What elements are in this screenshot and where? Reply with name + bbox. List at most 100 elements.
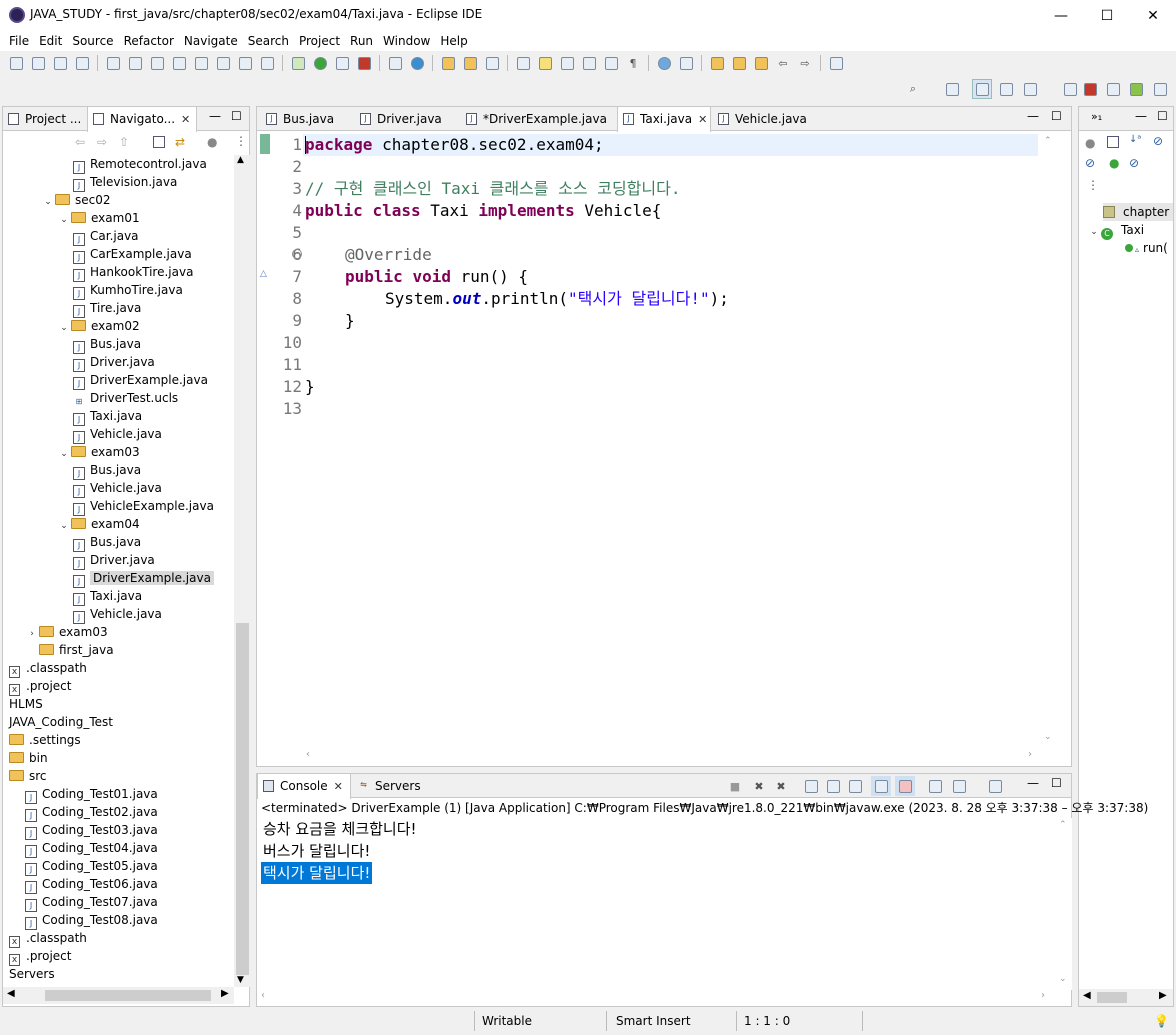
tab-driverexample-java[interactable]: J *DriverExample.java	[461, 107, 615, 131]
suspend-icon[interactable]	[147, 53, 167, 73]
pin-console-icon[interactable]	[925, 776, 945, 796]
tree-folder-item[interactable]: ⌄ exam03	[57, 443, 139, 463]
new-icon[interactable]	[6, 53, 26, 73]
chevron-down-icon[interactable]: ⌄	[1087, 223, 1101, 241]
tree-file-item[interactable]: JAVA_Coding_Test	[9, 713, 113, 731]
tree-folder-item[interactable]: bin	[9, 749, 48, 767]
tab-vehicle-java[interactable]: J Vehicle.java	[713, 107, 813, 131]
menu-project[interactable]: Project	[294, 31, 345, 51]
chevron-down-icon[interactable]: ⌄	[57, 517, 71, 535]
tree-file-item[interactable]: J Taxi.java	[73, 407, 142, 426]
menu-file[interactable]: File	[4, 31, 34, 51]
tree-file-item[interactable]: J CarExample.java	[73, 245, 192, 264]
tree-file-item[interactable]: J HankookTire.java	[73, 263, 193, 282]
menu-navigate[interactable]: Navigate	[179, 31, 243, 51]
disconnect-icon[interactable]	[191, 53, 211, 73]
scroll-up-icon[interactable]: ▲	[237, 155, 244, 165]
task-list-icon[interactable]	[1080, 79, 1100, 99]
tree-file-item[interactable]: x .project	[9, 947, 71, 966]
new-class-icon[interactable]	[407, 53, 427, 73]
pilcrow-icon[interactable]: ¶	[623, 53, 643, 73]
scroll-down-icon[interactable]: ⌄	[1059, 974, 1067, 984]
maximize-button[interactable]: ☐	[1084, 0, 1130, 31]
up-icon[interactable]: ⇧	[119, 135, 129, 149]
search-tool-icon[interactable]	[482, 53, 502, 73]
collapse-all-icon[interactable]	[153, 136, 165, 148]
maximize-view-icon[interactable]: ☐	[1157, 109, 1168, 123]
more-views-icon[interactable]: »₁	[1091, 110, 1102, 123]
tree-file-item[interactable]: J DriverExample.java	[73, 569, 214, 588]
tree-file-item[interactable]: J Bus.java	[73, 461, 141, 480]
back-icon[interactable]: ⇦	[75, 135, 85, 149]
tree-file-item[interactable]: HLMS	[9, 695, 43, 713]
lightbulb-icon[interactable]: 💡	[1154, 1014, 1169, 1028]
close-icon[interactable]: ✕	[334, 780, 343, 793]
tree-file-item[interactable]: J Television.java	[73, 173, 177, 192]
open-console-icon[interactable]	[985, 776, 1005, 796]
console-output[interactable]: 승차 요금을 체크합니다! 버스가 달립니다! 택시가 달립니다!	[257, 818, 1055, 990]
tree-file-item[interactable]: J Vehicle.java	[73, 479, 162, 498]
tree-folder-item[interactable]: ⌄ sec02	[41, 191, 110, 209]
tab-navigator[interactable]: Navigato... ✕	[87, 107, 197, 132]
step-over-icon[interactable]	[235, 53, 255, 73]
tree-file-item[interactable]: x .project	[9, 677, 71, 696]
link-editor-icon[interactable]: ⇄	[175, 135, 185, 149]
chevron-down-icon[interactable]: ⌄	[57, 445, 71, 463]
scroll-thumb[interactable]	[1097, 992, 1127, 1003]
word-wrap-console-icon[interactable]	[845, 776, 865, 796]
tab-driver-java[interactable]: J Driver.java	[355, 107, 459, 131]
tab-taxi-java[interactable]: J Taxi.java ✕	[617, 107, 711, 132]
tree-file-item[interactable]: ⊞ DriverTest.ucls	[73, 389, 178, 409]
library-icon[interactable]	[1126, 79, 1146, 99]
hide-static-icon[interactable]: ⊘	[1085, 156, 1095, 170]
hide-local-types-icon[interactable]: ⊘	[1129, 156, 1139, 170]
console-horizontal-scrollbar[interactable]: ‹ ›	[257, 989, 1055, 1006]
tree-file-item[interactable]: J Coding_Test03.java	[25, 821, 158, 840]
menu-refactor[interactable]: Refactor	[119, 31, 179, 51]
console-view-icon[interactable]	[1103, 79, 1123, 99]
menu-source[interactable]: Source	[67, 31, 118, 51]
debug-perspective-icon[interactable]	[996, 79, 1016, 99]
resume-icon[interactable]	[125, 53, 145, 73]
fold-icon[interactable]: −	[292, 249, 302, 259]
menu-window[interactable]: Window	[378, 31, 435, 51]
tab-project-explorer[interactable]: Project ...	[3, 107, 85, 131]
tree-file-item[interactable]: J Coding_Test08.java	[25, 911, 158, 930]
tree-file-item[interactable]: J Vehicle.java	[73, 605, 162, 624]
filter-icon[interactable]: ●	[1085, 136, 1095, 150]
scroll-right-icon[interactable]: ›	[1028, 749, 1032, 760]
tree-file-item[interactable]: J DriverExample.java	[73, 371, 208, 390]
editor-horizontal-scrollbar[interactable]: ‹ ›	[272, 748, 1040, 765]
view-menu-icon[interactable]: ⋮	[235, 134, 247, 148]
editor-vertical-scrollbar[interactable]: ⌃ ⌄	[1040, 132, 1057, 748]
block-selection-icon[interactable]	[557, 53, 577, 73]
tree-file-item[interactable]: J Car.java	[73, 227, 139, 246]
menu-run[interactable]: Run	[345, 31, 378, 51]
minimize-view-icon[interactable]: —	[1027, 776, 1039, 790]
outline-item-package[interactable]: chapter	[1103, 203, 1173, 221]
tree-file-item[interactable]: x .classpath	[9, 929, 87, 948]
scroll-down-icon[interactable]: ⌄	[1044, 732, 1052, 742]
close-icon[interactable]: ✕	[698, 113, 707, 126]
back-icon[interactable]: ⇦	[773, 53, 793, 73]
menu-edit[interactable]: Edit	[34, 31, 67, 51]
sort-icon[interactable]: ↓ᵃ	[1129, 134, 1141, 145]
previous-annotation-icon[interactable]	[729, 53, 749, 73]
tree-file-item[interactable]: x .classpath	[9, 659, 87, 678]
tree-folder-item[interactable]: .settings	[9, 731, 81, 749]
external-tools-icon[interactable]	[354, 53, 374, 73]
tree-file-item[interactable]: J Taxi.java	[73, 587, 142, 606]
close-icon[interactable]: ✕	[181, 113, 190, 126]
tab-servers[interactable]: ⇋ Servers	[353, 774, 433, 798]
scroll-lock-icon[interactable]	[823, 776, 843, 796]
tree-file-item[interactable]: J Coding_Test05.java	[25, 857, 158, 876]
minimize-view-icon[interactable]: —	[1135, 109, 1147, 123]
next-annotation-icon[interactable]	[707, 53, 727, 73]
minimize-view-icon[interactable]: —	[1027, 109, 1039, 123]
filter-icon[interactable]: ●	[207, 135, 217, 149]
search-icon[interactable]: ⌕	[903, 79, 923, 99]
tree-file-item[interactable]: J Bus.java	[73, 335, 141, 354]
maximize-view-icon[interactable]: ☐	[1051, 776, 1062, 790]
terminate-console-icon[interactable]: ■	[725, 776, 745, 796]
tab-bus-java[interactable]: J Bus.java	[261, 107, 353, 131]
